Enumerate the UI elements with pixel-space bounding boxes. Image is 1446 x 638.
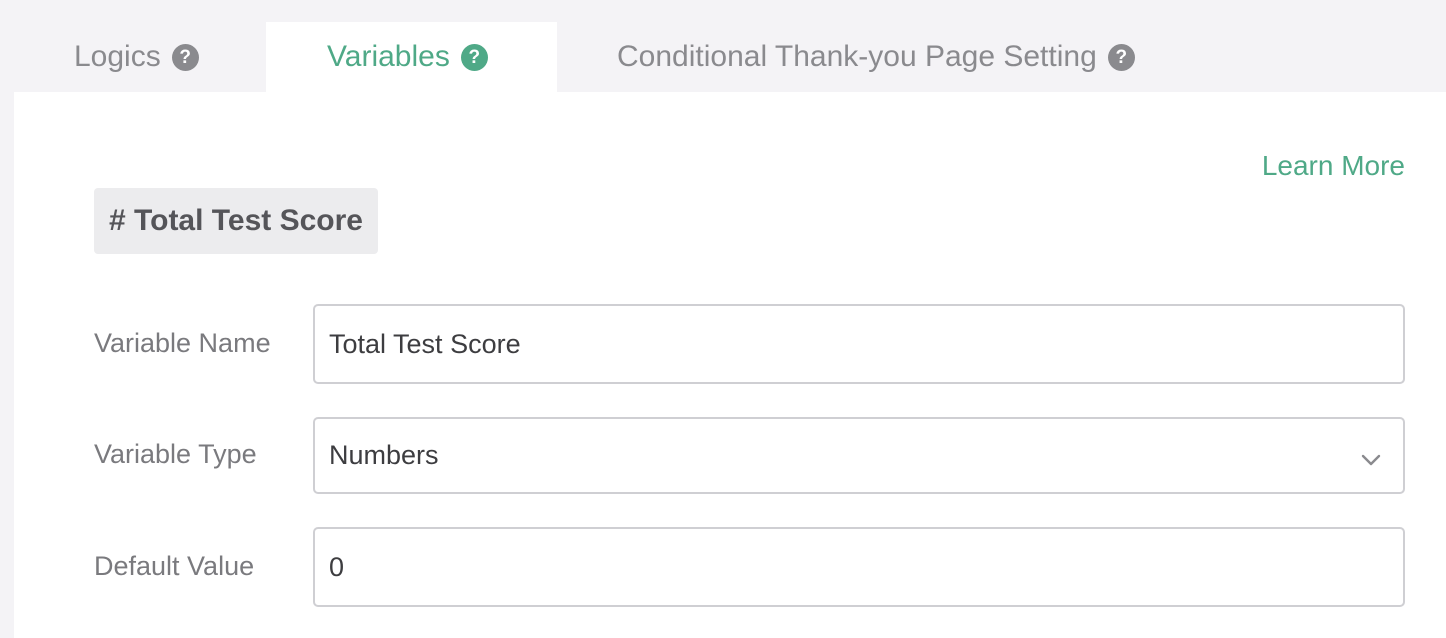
default-value-input[interactable]: 0	[313, 527, 1405, 607]
tab-bar: Logics ? Variables ? Conditional Thank-y…	[0, 0, 1446, 92]
question-circle-icon[interactable]: ?	[460, 43, 488, 71]
variable-name-label: Variable Name	[94, 328, 271, 358]
tab-variables[interactable]: Variables ?	[266, 22, 557, 92]
learn-more-link[interactable]: Learn More	[1262, 150, 1405, 182]
question-circle-icon[interactable]: ?	[171, 43, 199, 71]
variable-chip[interactable]: # Total Test Score	[94, 188, 378, 254]
variable-type-select[interactable]: Numbers	[313, 417, 1405, 494]
variable-type-label: Variable Type	[94, 439, 257, 469]
default-value-value: 0	[329, 551, 345, 582]
tab-logics-label: Logics	[74, 40, 161, 73]
tab-logics[interactable]: Logics ?	[74, 22, 199, 92]
variables-panel: Learn More # Total Test Score Variable N…	[14, 92, 1446, 638]
chevron-down-icon	[1361, 454, 1381, 465]
tab-variables-label: Variables	[327, 40, 450, 73]
tab-conditional-thank-you[interactable]: Conditional Thank-you Page Setting ?	[617, 22, 1135, 92]
variable-name-input[interactable]: Total Test Score	[313, 304, 1405, 384]
variable-name-value: Total Test Score	[329, 328, 521, 359]
default-value-label: Default Value	[94, 551, 255, 581]
variable-type-value: Numbers	[329, 440, 439, 470]
question-circle-icon[interactable]: ?	[1107, 43, 1135, 71]
tab-conditional-label: Conditional Thank-you Page Setting	[617, 40, 1097, 73]
